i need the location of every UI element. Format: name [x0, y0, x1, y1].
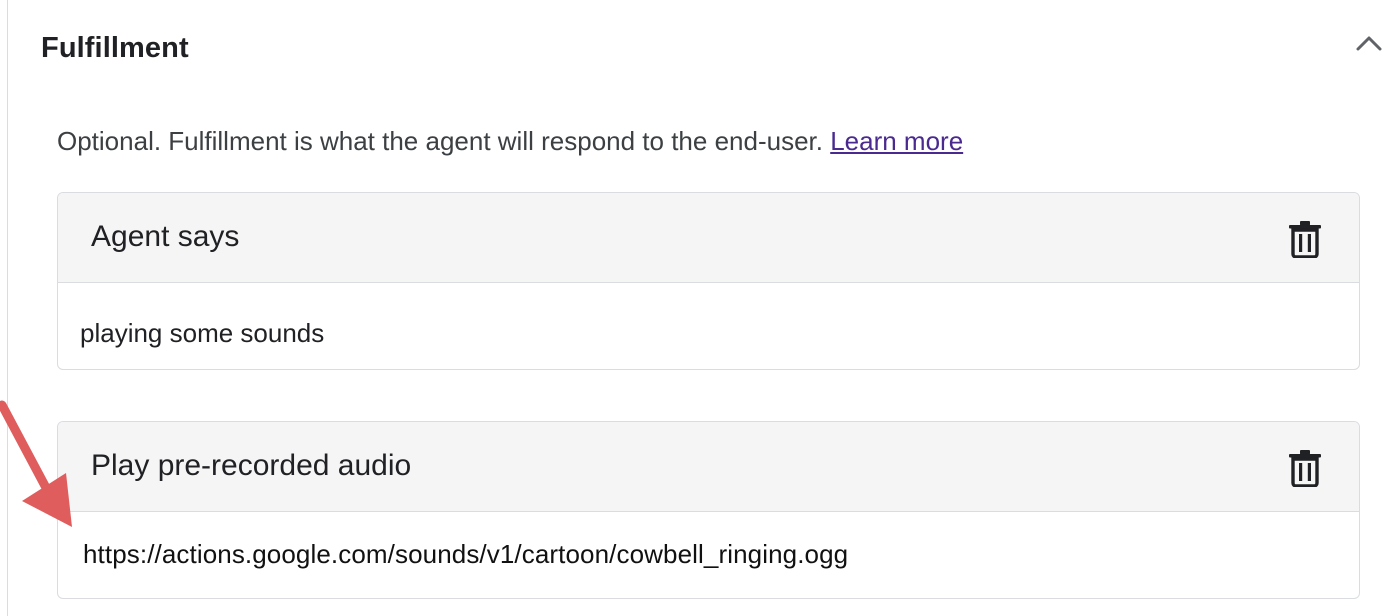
card-body: https://actions.google.com/sounds/v1/car…: [58, 512, 1359, 598]
delete-play-audio-button[interactable]: [1287, 448, 1323, 488]
card-title: Agent says: [91, 220, 240, 253]
left-divider: [7, 0, 8, 616]
agent-says-card: Agent says playing some sounds: [57, 192, 1360, 370]
audio-url-field[interactable]: https://actions.google.com/sounds/v1/car…: [83, 538, 848, 570]
card-body: playing some sounds: [58, 283, 1359, 369]
fulfillment-panel: Fulfillment Optional. Fulfillment is wha…: [0, 0, 1398, 616]
fulfillment-description: Optional. Fulfillment is what the agent …: [57, 124, 963, 158]
play-audio-card: Play pre-recorded audio https://actions.…: [57, 421, 1360, 599]
card-header: Play pre-recorded audio: [58, 422, 1359, 512]
collapse-section-button[interactable]: [1352, 28, 1386, 58]
trash-icon: [1289, 450, 1321, 487]
description-text: Optional. Fulfillment is what the agent …: [57, 126, 831, 156]
learn-more-link[interactable]: Learn more: [830, 126, 963, 156]
agent-says-text-field[interactable]: playing some sounds: [80, 317, 324, 349]
delete-agent-says-button[interactable]: [1287, 219, 1323, 259]
chevron-up-icon: [1356, 36, 1382, 51]
trash-icon: [1289, 221, 1321, 258]
section-title: Fulfillment: [41, 32, 189, 64]
card-header: Agent says: [58, 193, 1359, 283]
card-title: Play pre-recorded audio: [91, 449, 412, 482]
